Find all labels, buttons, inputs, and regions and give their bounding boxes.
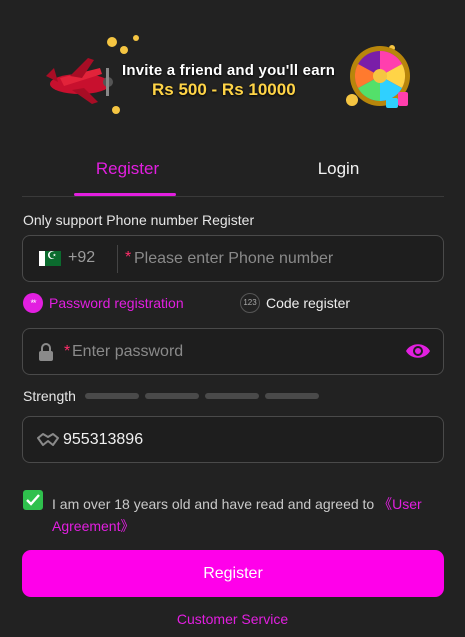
password-mode-label: Password registration — [49, 295, 184, 311]
agreement-statement: I am over 18 years old and have read and… — [52, 496, 379, 512]
lock-icon — [39, 343, 53, 361]
code-mode-label: Code register — [266, 295, 351, 311]
pakistan-flag-icon[interactable] — [39, 249, 61, 266]
password-mode-icon: ** — [23, 293, 43, 313]
user-agreement-link[interactable]: 《User — [378, 496, 422, 512]
eye-icon[interactable] — [405, 341, 431, 361]
invite-code-input[interactable] — [63, 417, 423, 462]
tabs-divider — [22, 196, 444, 197]
customer-service-link[interactable]: Customer Service — [0, 611, 465, 627]
user-agreement-link-continued[interactable]: Agreement》 — [52, 516, 134, 536]
strength-label: Strength — [23, 388, 76, 404]
field-separator — [117, 245, 118, 273]
auth-tabs: Register Login — [22, 150, 444, 198]
password-input[interactable] — [72, 329, 392, 374]
register-button[interactable]: Register — [22, 550, 444, 597]
password-field: * — [22, 328, 444, 375]
code-mode-icon: 123 — [240, 293, 260, 313]
banner-headline: Invite a friend and you'll earn — [122, 62, 336, 79]
roulette-wheel-icon — [346, 46, 410, 108]
invite-code-field — [22, 416, 444, 463]
agreement-checkbox[interactable] — [23, 490, 43, 510]
required-mark: * — [64, 343, 71, 360]
phone-input[interactable] — [134, 236, 434, 281]
agreement-text: I am over 18 years old and have read and… — [52, 494, 422, 514]
checkmark-icon — [26, 494, 40, 506]
strength-segment — [85, 393, 139, 399]
promo-banner[interactable]: Invite a friend and you'll earn Rs 500 -… — [40, 28, 425, 118]
plane-icon — [46, 58, 113, 104]
register-panel: Invite a friend and you'll earn Rs 500 -… — [0, 0, 465, 637]
banner-reward: Rs 500 - Rs 10000 — [152, 80, 296, 99]
tab-register[interactable]: Register — [22, 150, 233, 196]
phone-field: +92 * — [22, 235, 444, 282]
phone-support-label: Only support Phone number Register — [23, 212, 255, 228]
strength-segment — [205, 393, 259, 399]
strength-segment — [265, 393, 319, 399]
tab-login[interactable]: Login — [233, 150, 444, 196]
required-mark: * — [125, 249, 132, 266]
strength-segment — [145, 393, 199, 399]
handshake-icon — [37, 433, 59, 446]
country-code[interactable]: +92 — [68, 249, 95, 267]
